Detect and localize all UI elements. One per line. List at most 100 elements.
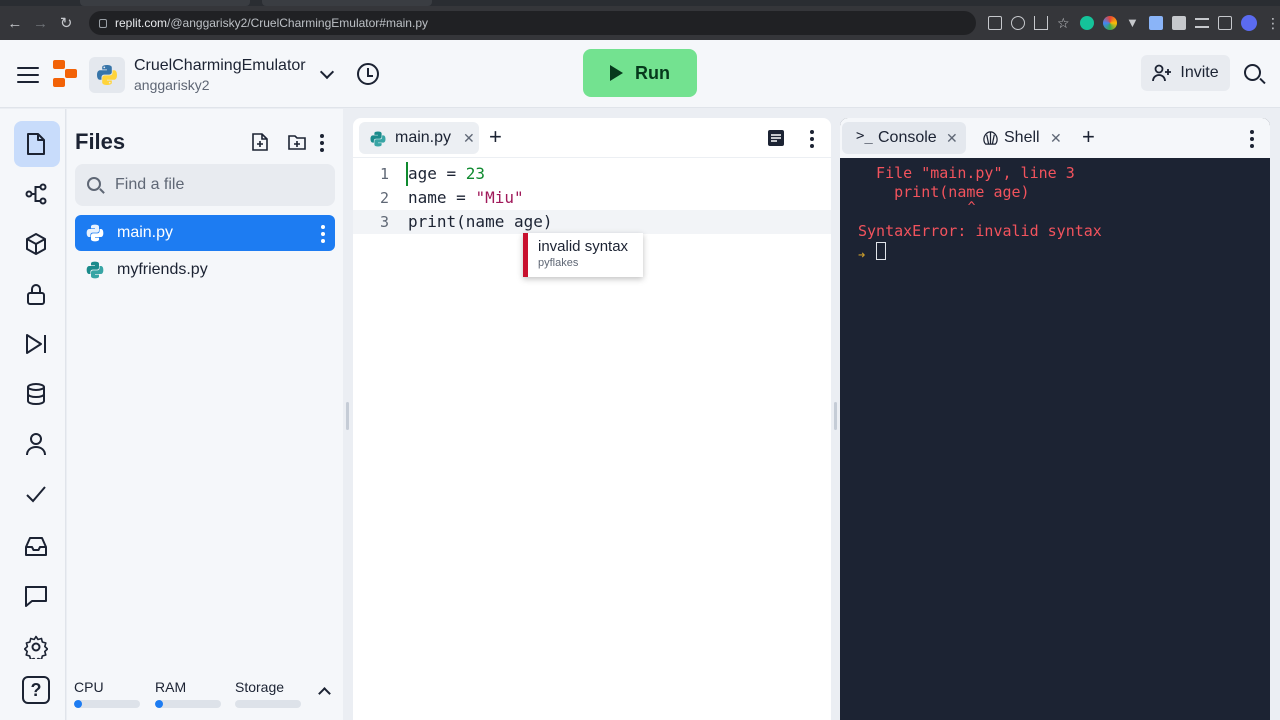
tab-console[interactable]: >_ Console ✕ (842, 122, 966, 154)
menu-icon[interactable] (17, 67, 39, 83)
file-more-icon[interactable] (321, 225, 325, 246)
auth-icon[interactable] (24, 432, 48, 456)
console-line: SyntaxError: invalid syntax (858, 222, 1102, 240)
invite-button[interactable]: Invite (1141, 55, 1230, 91)
zoom-icon[interactable] (1010, 16, 1025, 30)
resize-handle-right[interactable] (834, 402, 837, 430)
reading-list-icon[interactable] (1194, 18, 1209, 28)
console-tab-bar: >_ Console ✕ Shell ✕ + (840, 118, 1270, 158)
console-line: print(name age) (858, 183, 1030, 201)
inbox-icon[interactable] (24, 534, 48, 558)
search-icon[interactable] (1244, 64, 1261, 81)
close-tab-icon[interactable]: ✕ (1050, 130, 1062, 147)
storage-label: Storage (235, 679, 285, 695)
bookmark-star-icon[interactable]: ☆ (1057, 16, 1071, 30)
repl-name[interactable]: CruelCharmingEmulator (134, 57, 306, 75)
code-area[interactable]: 1 age = 23 2 name = "Miu" 3 print(name a… (353, 162, 831, 234)
extensions-puzzle-icon[interactable] (1171, 16, 1186, 30)
forward-icon[interactable]: → (30, 12, 52, 34)
ram-label: RAM (155, 679, 187, 695)
back-icon[interactable]: ← (4, 12, 26, 34)
history-icon[interactable] (357, 63, 379, 85)
prompt-arrow-icon: ➜ (858, 248, 866, 262)
python-file-icon (86, 261, 104, 279)
editor-more-icon[interactable] (810, 130, 814, 151)
color-picker-icon[interactable] (1102, 16, 1117, 30)
console-pane: >_ Console ✕ Shell ✕ + File "main.py", l… (840, 118, 1270, 720)
editor-tab-bar: main.py ✕ + (353, 118, 831, 158)
database-icon[interactable] (24, 382, 48, 406)
repl-owner[interactable]: anggarisky2 (134, 77, 210, 93)
console-output[interactable]: File "main.py", line 3 print(name age) ^… (840, 158, 1270, 720)
chrome-menu-icon[interactable]: ⋮ (1266, 16, 1280, 30)
address-bar[interactable]: replit.com/@anggarisky2/CruelCharmingEmu… (89, 11, 976, 35)
close-tab-icon[interactable]: ✕ (463, 130, 475, 147)
python-file-icon (370, 131, 386, 147)
shell-tab-label: Shell (1004, 129, 1040, 146)
run-button[interactable]: Run (583, 49, 697, 97)
editor-tab-main-py[interactable]: main.py ✕ (359, 122, 479, 154)
cpu-bar-fill (74, 700, 82, 708)
file-item-main-py[interactable]: main.py (75, 215, 335, 251)
file-name: myfriends.py (117, 261, 208, 278)
files-title: Files (75, 129, 126, 154)
console-line: ^ (858, 200, 976, 215)
python-file-icon (86, 224, 104, 242)
cpu-label: CPU (74, 679, 104, 695)
tab-shell[interactable]: Shell ✕ (974, 122, 1070, 154)
packages-icon[interactable] (24, 232, 48, 256)
line-text: print(name age) (408, 210, 553, 234)
format-icon[interactable] (767, 129, 785, 147)
cpu-meter: CPU (74, 679, 140, 708)
new-tab-icon[interactable]: + (1082, 124, 1095, 150)
chevron-up-icon[interactable] (318, 687, 331, 700)
chat-icon[interactable] (24, 584, 48, 608)
share-icon[interactable] (1033, 16, 1048, 30)
new-folder-icon[interactable] (288, 133, 306, 151)
grammarly-icon[interactable] (1079, 16, 1094, 30)
code-line[interactable]: 2 name = "Miu" (353, 186, 831, 210)
line-number: 1 (379, 165, 389, 183)
code-line[interactable]: 1 age = 23 (353, 162, 831, 186)
console-more-icon[interactable] (1250, 130, 1254, 151)
chevron-down-icon[interactable] (319, 64, 335, 80)
vee-icon[interactable]: ▼ (1126, 16, 1140, 30)
profile-avatar-icon[interactable] (1240, 15, 1257, 31)
find-file-input[interactable]: Find a file (75, 164, 335, 206)
line-text: name = "Miu" (408, 186, 524, 210)
code-line-1: age = 23 (408, 164, 486, 183)
help-icon[interactable]: ? (22, 676, 50, 704)
browser-toolbar: ← → ↻ replit.com/@anggarisky2/CruelCharm… (0, 6, 1280, 40)
file-name: main.py (117, 224, 174, 241)
git-icon[interactable] (24, 182, 48, 206)
tool-rail: ? (0, 109, 66, 720)
invite-label: Invite (1180, 64, 1219, 81)
debugger-icon[interactable] (24, 332, 48, 356)
replit-logo-icon[interactable] (53, 60, 79, 88)
resize-handle-left[interactable] (346, 402, 349, 430)
files-icon[interactable] (24, 132, 48, 156)
terminal-cursor (876, 242, 886, 260)
download-icon[interactable] (1148, 16, 1163, 30)
file-item-myfriends-py[interactable]: myfriends.py (75, 252, 335, 288)
new-file-icon[interactable] (251, 133, 269, 151)
search-icon (87, 177, 101, 191)
install-icon[interactable] (987, 16, 1002, 30)
app-header: CruelCharmingEmulator anggarisky2 Run In… (0, 40, 1280, 108)
close-tab-icon[interactable]: ✕ (946, 130, 958, 147)
files-more-icon[interactable] (320, 134, 324, 155)
settings-icon[interactable] (24, 635, 48, 659)
ram-bar-fill (155, 700, 163, 708)
code-line-2: name = "Miu" (408, 188, 524, 207)
url-path: /@anggarisky2/CruelCharmingEmulator#main… (167, 16, 428, 30)
lock-icon (99, 18, 108, 28)
ram-meter: RAM (155, 679, 221, 708)
side-panel-icon[interactable] (1217, 16, 1232, 30)
code-line-current[interactable]: 3 print(name age) (353, 210, 831, 234)
reload-icon[interactable]: ↻ (55, 12, 77, 34)
line-number: 2 (379, 189, 389, 207)
new-tab-icon[interactable]: + (489, 124, 502, 150)
tests-icon[interactable] (24, 482, 48, 506)
find-file-placeholder: Find a file (115, 176, 185, 193)
secrets-icon[interactable] (24, 282, 48, 306)
